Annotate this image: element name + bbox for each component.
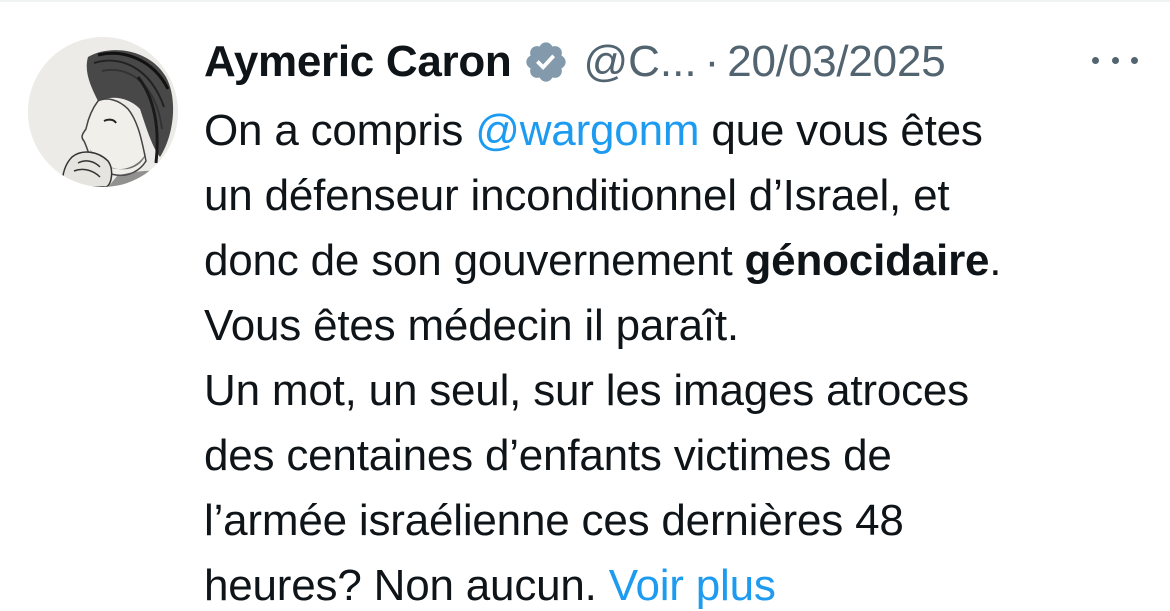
tweet-line-4: Vous êtes médecin il paraît. <box>204 301 739 350</box>
tweet-header: Aymeric Caron @C... · 20/03/2025 <box>204 34 946 90</box>
tweet-line-1: On a compris @wargonm que vous êtes <box>204 98 1154 163</box>
user-handle[interactable]: @C... <box>583 34 696 90</box>
more-horizontal-icon[interactable] <box>1092 48 1138 72</box>
avatar[interactable] <box>28 37 178 187</box>
text-segment: On a compris <box>204 106 476 155</box>
tweet-line-5: Un mot, un seul, sur les images atroces <box>204 366 969 415</box>
text-segment: que vous êtes <box>699 106 983 155</box>
text-segment: donc de son gouvernement <box>204 236 745 285</box>
mention-link[interactable]: @wargonm <box>475 106 699 155</box>
verified-badge-icon[interactable] <box>523 39 569 85</box>
tweet-line-8: heures? Non aucun. Voir plus <box>204 553 1154 611</box>
more-dot <box>1131 56 1138 64</box>
display-name[interactable]: Aymeric Caron <box>204 34 512 90</box>
text-segment: heures? Non aucun. <box>204 561 609 610</box>
more-dot <box>1111 56 1119 64</box>
tweet-body: On a compris @wargonm que vous êtes un d… <box>204 98 1154 611</box>
avatar-sketch-image <box>28 37 178 187</box>
tweet-card[interactable]: Aymeric Caron @C... · 20/03/2025 On a co… <box>0 0 1170 611</box>
tweet-line-7: l’armée israélienne ces dernières 48 <box>204 496 904 545</box>
show-more-link[interactable]: Voir plus <box>609 561 776 610</box>
tweet-line-6: des centaines d’enfants victimes de <box>204 431 892 480</box>
bold-word: génocidaire <box>744 236 990 285</box>
header-separator: · <box>704 37 720 86</box>
more-dot <box>1092 56 1099 64</box>
tweet-date[interactable]: 20/03/2025 <box>727 34 945 90</box>
tweet-line-3: donc de son gouvernement génocidaire. <box>204 228 1154 293</box>
text-segment: . <box>989 236 1002 285</box>
divider <box>0 0 1170 2</box>
tweet-line-2: un défenseur inconditionnel d’Israel, et <box>204 171 950 220</box>
